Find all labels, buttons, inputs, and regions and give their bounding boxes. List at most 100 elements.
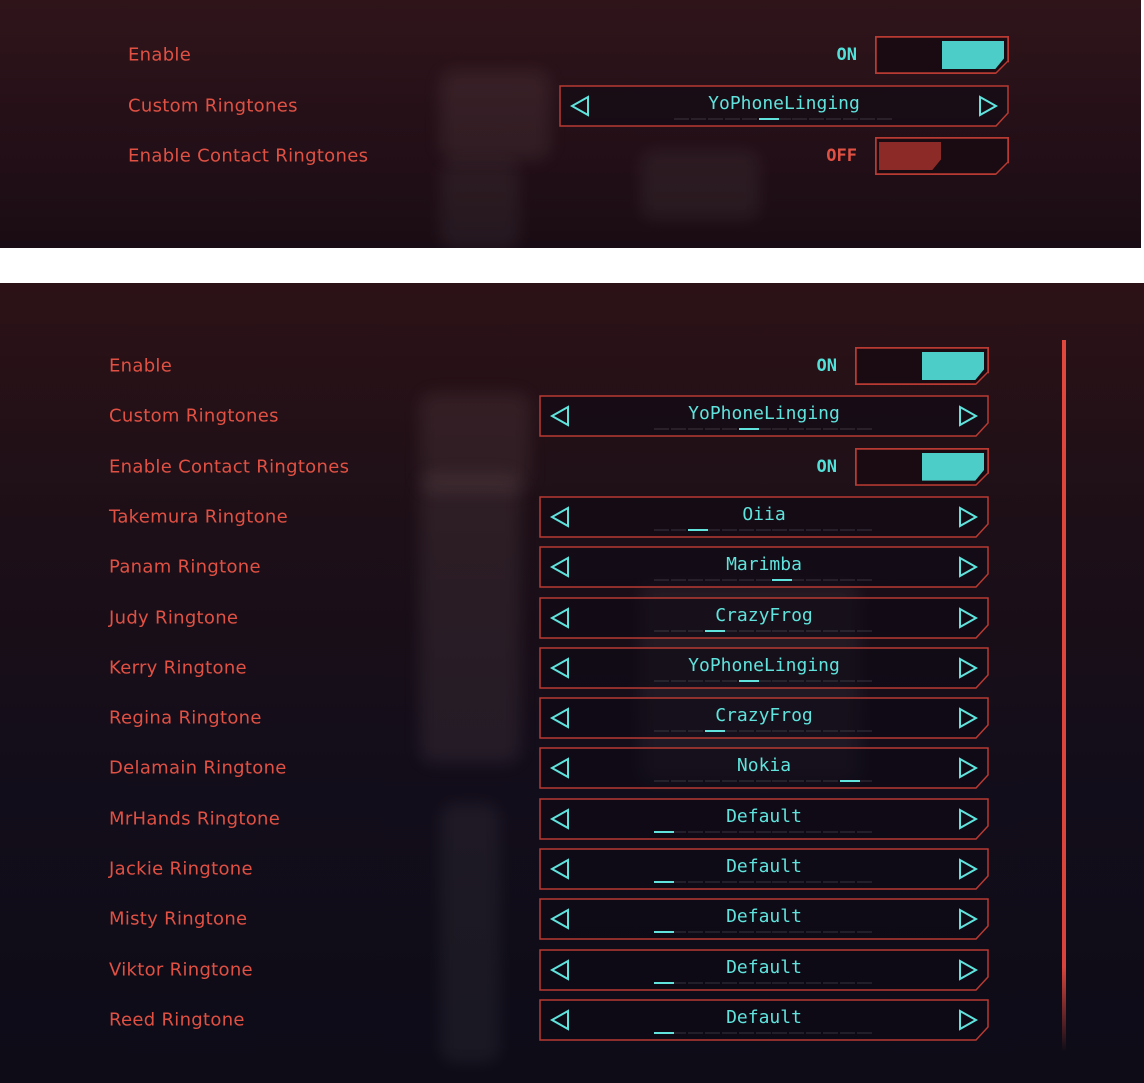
- setting-row: Enable ON: [128, 33, 1010, 77]
- next-option-arrow-icon[interactable]: [977, 94, 999, 117]
- ringtone-selector[interactable]: Nokia: [539, 747, 989, 790]
- option-indicator-dot: [724, 117, 740, 120]
- next-option-arrow-icon[interactable]: [957, 606, 979, 629]
- option-indicator-dot: [806, 931, 822, 934]
- scrollbar[interactable]: [1062, 340, 1066, 1052]
- option-indicator-dot: [860, 117, 876, 120]
- ringtone-selector[interactable]: YoPhoneLinging: [559, 84, 1009, 127]
- option-indicator-dot: [654, 428, 669, 431]
- selected-ringtone-value: Nokia: [736, 755, 792, 777]
- option-indicator-dot: [789, 780, 805, 783]
- setting-label: Reed Ringtone: [109, 1009, 245, 1031]
- next-option-arrow-icon[interactable]: [957, 405, 979, 428]
- setting-row: Enable Contact Ringtones ON: [109, 445, 990, 489]
- option-indicator: [654, 830, 874, 834]
- next-option-arrow-icon[interactable]: [957, 657, 979, 679]
- option-indicator-dot: [857, 881, 873, 883]
- option-indicator-dot: [772, 730, 788, 733]
- setting-label: Enable: [109, 355, 173, 377]
- next-option-arrow-icon[interactable]: [957, 1009, 979, 1031]
- option-indicator-dot: [721, 780, 737, 783]
- ringtone-selector[interactable]: Default: [539, 797, 989, 840]
- ringtone-selector[interactable]: Oiia: [539, 496, 989, 538]
- ringtone-selector[interactable]: CrazyFrog: [539, 596, 989, 639]
- ringtone-selector[interactable]: YoPhoneLinging: [539, 647, 989, 689]
- option-indicator-dot: [772, 830, 788, 833]
- setting-label: Enable Contact Ringtones: [128, 145, 369, 167]
- setting-row: Viktor Ringtone Default: [109, 948, 990, 992]
- next-option-arrow-icon[interactable]: [957, 958, 979, 981]
- option-indicator-dot: [687, 830, 703, 833]
- option-indicator: [654, 679, 874, 683]
- option-indicator-dot: [704, 830, 720, 833]
- option-indicator: [674, 117, 894, 121]
- option-indicator-dot: [806, 730, 822, 733]
- option-indicator-dot: [823, 780, 839, 783]
- option-indicator-dot: [840, 579, 856, 582]
- option-indicator-dot: [654, 679, 669, 682]
- setting-label: MrHands Ringtone: [109, 808, 281, 830]
- toggle-switch[interactable]: OFF: [807, 134, 1009, 178]
- option-indicator-dot: [789, 629, 805, 632]
- option-indicator: [654, 629, 874, 633]
- option-indicator-dot: [840, 981, 856, 984]
- option-indicator-dot: [772, 780, 788, 783]
- ringtone-selector[interactable]: Default: [539, 999, 989, 1041]
- option-indicator-dot: [806, 579, 822, 582]
- next-option-arrow-icon[interactable]: [957, 858, 979, 880]
- option-indicator-dot: [738, 830, 754, 833]
- next-option-arrow-icon[interactable]: [957, 807, 979, 830]
- option-indicator-dot: [857, 679, 873, 682]
- setting-label: Enable: [128, 44, 192, 66]
- selected-ringtone-value: CrazyFrog: [715, 604, 813, 626]
- setting-label: Custom Ringtones: [128, 95, 298, 116]
- next-option-arrow-icon[interactable]: [957, 908, 979, 931]
- toggle-state-label: ON: [816, 356, 837, 376]
- option-indicator-dot: [789, 428, 805, 431]
- next-option-arrow-icon[interactable]: [957, 506, 979, 528]
- option-indicator-dot: [721, 579, 737, 582]
- ringtone-selector[interactable]: Default: [539, 848, 989, 890]
- option-indicator-dot: [857, 428, 873, 431]
- option-indicator-dot: [704, 881, 720, 883]
- ringtone-selector[interactable]: CrazyFrog: [539, 697, 989, 739]
- option-indicator-dot: [857, 931, 873, 934]
- next-option-arrow-icon[interactable]: [957, 556, 979, 578]
- option-indicator-dot: [806, 830, 822, 833]
- option-indicator-dot: [789, 528, 805, 531]
- option-indicator-dot: [755, 1031, 771, 1034]
- option-indicator-dot: [654, 780, 669, 783]
- option-indicator-dot: [792, 117, 808, 120]
- setting-label: Misty Ringtone: [109, 908, 248, 930]
- setting-row: Judy Ringtone CrazyFrog: [109, 596, 990, 640]
- ringtone-selector[interactable]: Marimba: [539, 546, 989, 588]
- option-indicator-dot: [772, 881, 788, 883]
- next-option-arrow-icon[interactable]: [957, 707, 979, 729]
- option-indicator-dot: [806, 679, 822, 682]
- selected-ringtone-value: Oiia: [742, 503, 786, 525]
- option-indicator-dot: [741, 117, 757, 120]
- ringtone-selector[interactable]: Default: [539, 948, 989, 991]
- option-indicator-dot: [687, 881, 703, 883]
- next-option-arrow-icon[interactable]: [957, 757, 979, 780]
- option-indicator-dot: [857, 830, 873, 833]
- option-indicator-dot: [823, 528, 839, 531]
- option-indicator-dot: [670, 830, 686, 833]
- toggle-switch[interactable]: ON: [807, 33, 1009, 77]
- ringtone-selector[interactable]: YoPhoneLinging: [539, 395, 989, 438]
- ringtone-selector[interactable]: Default: [539, 898, 989, 941]
- toggle-switch[interactable]: ON: [787, 445, 989, 489]
- option-indicator-dot: [840, 528, 856, 531]
- option-indicator-dot: [840, 730, 856, 733]
- setting-row: Jackie Ringtone Default: [109, 847, 990, 891]
- option-indicator-dot: [857, 780, 873, 783]
- option-indicator: [654, 881, 874, 884]
- selected-ringtone-value: Default: [726, 805, 802, 827]
- setting-row: Regina Ringtone CrazyFrog: [109, 696, 990, 740]
- option-indicator-dot: [670, 1031, 686, 1034]
- option-indicator-dot: [738, 931, 754, 934]
- option-indicator-dot: [775, 117, 791, 120]
- toggle-switch[interactable]: ON: [787, 344, 989, 388]
- option-indicator-dot: [670, 428, 686, 431]
- setting-label: Kerry Ringtone: [109, 657, 247, 679]
